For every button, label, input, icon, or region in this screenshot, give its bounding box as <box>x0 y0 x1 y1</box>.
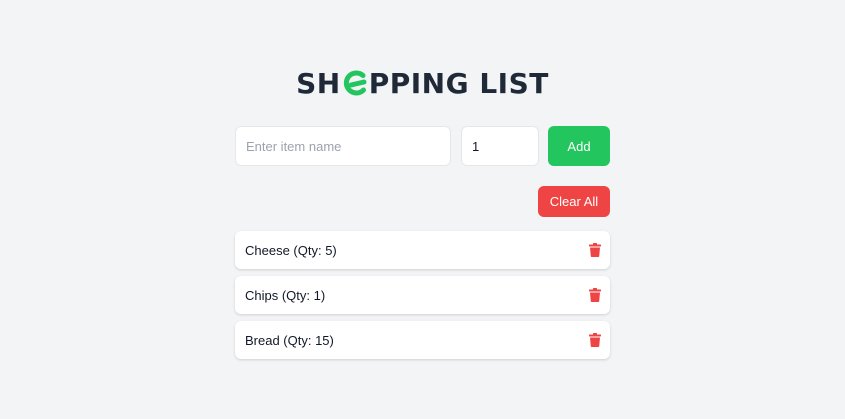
list-item-label: Bread (Qty: 15) <box>245 332 334 348</box>
list-item: Cheese (Qty: 5) <box>235 231 610 269</box>
title-suffix: PPING LIST <box>368 67 549 100</box>
list-item: Chips (Qty: 1) <box>235 276 610 314</box>
title-prefix: SH <box>296 67 341 100</box>
quantity-input[interactable] <box>461 126 539 166</box>
trash-icon[interactable] <box>589 243 601 257</box>
shopping-list-app: SH PPING LIST Add Clear All Cheese (Qty:… <box>0 0 845 419</box>
list-item-label: Cheese (Qty: 5) <box>245 242 337 258</box>
add-item-form: Add <box>235 126 610 166</box>
add-button[interactable]: Add <box>548 126 610 166</box>
list-item: Bread (Qty: 15) <box>235 321 610 359</box>
trash-icon[interactable] <box>589 333 601 347</box>
trash-icon[interactable] <box>589 288 601 302</box>
shopping-list: Cheese (Qty: 5) Chips (Qty: 1) Bread (Qt… <box>235 231 610 366</box>
list-item-label: Chips (Qty: 1) <box>245 287 326 303</box>
logo-o-icon <box>343 70 367 96</box>
clear-all-button[interactable]: Clear All <box>538 186 610 217</box>
page-title: SH PPING LIST <box>0 64 845 104</box>
item-name-input[interactable] <box>235 126 451 166</box>
